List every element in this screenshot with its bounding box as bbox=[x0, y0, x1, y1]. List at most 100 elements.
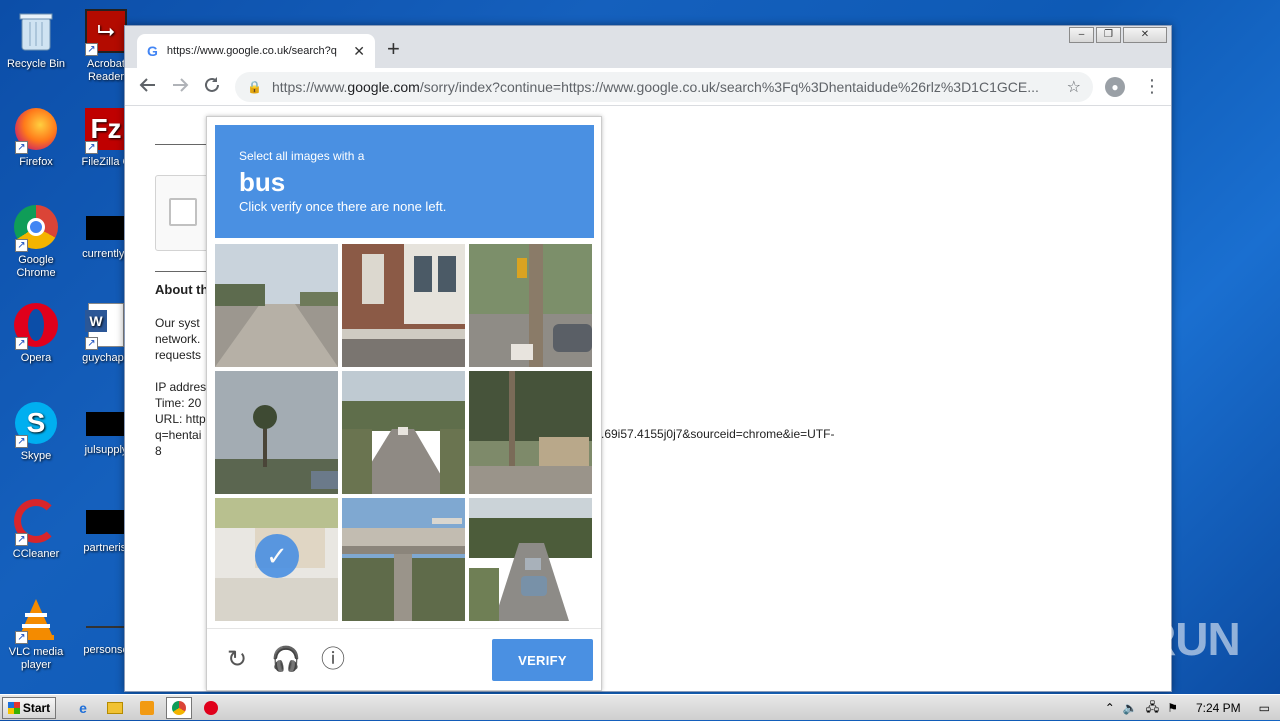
skype-icon: S ↗ bbox=[13, 400, 59, 448]
window-controls: ‒ ❐ ✕ bbox=[1069, 27, 1167, 43]
shortcut-arrow-icon: ↗ bbox=[15, 337, 28, 350]
arrow-right-icon bbox=[173, 78, 189, 92]
shortcut-arrow-icon: ↗ bbox=[15, 533, 28, 546]
image-tile[interactable] bbox=[342, 498, 465, 621]
ccleaner-icon: ↗ bbox=[13, 498, 59, 546]
restore-button[interactable]: ❐ bbox=[1096, 27, 1121, 43]
verify-button[interactable]: VERIFY bbox=[492, 639, 593, 681]
desktop-icon-ccleaner[interactable]: ↗ CCleaner bbox=[0, 498, 72, 561]
minimize-button[interactable]: ‒ bbox=[1069, 27, 1094, 43]
image-tile[interactable] bbox=[469, 498, 592, 621]
lock-icon: 🔒 bbox=[247, 80, 262, 94]
opera-icon: ↗ bbox=[13, 302, 59, 350]
refresh-challenge-icon[interactable]: ↻ bbox=[223, 647, 251, 673]
image-tile[interactable] bbox=[469, 244, 592, 367]
redacted-icon bbox=[86, 626, 126, 628]
taskbar-chrome-icon[interactable] bbox=[166, 696, 192, 719]
request-info: IP addres Time: 20 URL: http q=hentai 8 bbox=[155, 379, 206, 459]
image-tile[interactable] bbox=[342, 371, 465, 494]
forward-button[interactable] bbox=[171, 76, 189, 98]
url-line: 8 bbox=[155, 444, 162, 458]
shortcut-arrow-icon: ↗ bbox=[15, 631, 28, 644]
show-desktop-icon[interactable]: ▭ bbox=[1259, 701, 1270, 715]
taskbar-opera-icon[interactable] bbox=[198, 697, 224, 719]
desktop-icon-firefox[interactable]: ↗ Firefox bbox=[0, 106, 72, 169]
desktop-icon-chrome[interactable]: ↗ Google Chrome bbox=[0, 204, 72, 280]
image-tile[interactable] bbox=[342, 244, 465, 367]
taskbar-ie-icon[interactable]: e bbox=[70, 697, 96, 719]
redacted-icon bbox=[86, 216, 126, 240]
taskbar-media-player-icon[interactable] bbox=[134, 697, 160, 719]
back-button[interactable] bbox=[139, 76, 157, 98]
chrome-icon: ↗ bbox=[13, 204, 59, 252]
image-tile[interactable] bbox=[469, 371, 592, 494]
firefox-icon: ↗ bbox=[13, 106, 59, 154]
shortcut-arrow-icon: ↗ bbox=[85, 43, 98, 56]
arrow-left-icon bbox=[139, 78, 155, 92]
paragraph-line: Our syst bbox=[155, 316, 200, 330]
check-mark-icon: ✓ bbox=[255, 534, 299, 578]
taskbar: Start e ⌃ 🔈 🖧 ⚑ 7:24 PM ▭ bbox=[0, 694, 1280, 720]
tab-close-icon[interactable]: ✕ bbox=[353, 43, 365, 60]
start-label: Start bbox=[22, 700, 51, 715]
network-icon[interactable]: 🖧 bbox=[1146, 698, 1159, 719]
divider bbox=[155, 144, 211, 145]
browser-toolbar: 🔒 https://www.google.com/sorry/index?con… bbox=[125, 68, 1171, 106]
close-window-button[interactable]: ✕ bbox=[1123, 27, 1167, 43]
instruction-subtext: Click verify once there are none left. bbox=[239, 199, 447, 214]
recycle-bin-icon bbox=[13, 8, 59, 54]
image-tile-selected[interactable]: ✓ bbox=[215, 498, 338, 621]
time-line: Time: 20 bbox=[155, 396, 202, 410]
browser-tab[interactable]: G https://www.google.co.uk/search?q ✕ bbox=[137, 34, 375, 68]
title-bar: G https://www.google.co.uk/search?q ✕ + … bbox=[125, 26, 1171, 68]
image-tile[interactable] bbox=[215, 244, 338, 367]
shortcut-arrow-icon: ↗ bbox=[15, 141, 28, 154]
redacted-icon bbox=[86, 412, 126, 436]
explanation-paragraph: Our syst network. requests bbox=[155, 315, 201, 363]
url-line: URL: http bbox=[155, 412, 206, 426]
anyrun-watermark: ANY RUN bbox=[1038, 613, 1241, 665]
tab-title: https://www.google.co.uk/search?q bbox=[166, 45, 337, 57]
taskbar-explorer-icon[interactable] bbox=[102, 697, 128, 719]
tray-expand-icon[interactable]: ⌃ bbox=[1105, 701, 1115, 715]
system-tray: ⌃ 🔈 🖧 ⚑ 7:24 PM ▭ bbox=[1105, 695, 1280, 721]
address-url: https://www.google.com/sorry/index?conti… bbox=[271, 79, 1039, 95]
desktop-icon-opera[interactable]: ↗ Opera bbox=[0, 302, 72, 365]
volume-icon[interactable]: 🔈 bbox=[1123, 701, 1138, 715]
paragraph-line: requests bbox=[155, 348, 202, 362]
audio-challenge-headphones-icon[interactable]: 🎧 bbox=[271, 647, 301, 673]
profile-avatar[interactable]: ● bbox=[1105, 77, 1125, 97]
clock[interactable]: 7:24 PM bbox=[1196, 701, 1241, 715]
windows-logo-icon bbox=[7, 701, 20, 714]
reload-button[interactable] bbox=[203, 76, 221, 98]
action-center-flag-icon[interactable]: ⚑ bbox=[1167, 701, 1178, 715]
bookmark-star-icon[interactable]: ☆ bbox=[1067, 77, 1081, 97]
desktop-icon-skype[interactable]: S ↗ Skype bbox=[0, 400, 72, 463]
about-heading: About th bbox=[155, 282, 209, 297]
url-line: q=hentai bbox=[155, 428, 202, 442]
vlc-icon: ↗ bbox=[13, 596, 59, 644]
desktop-icon-vlc[interactable]: ↗ VLC media player bbox=[0, 596, 72, 672]
browser-menu-icon[interactable]: ⋮ bbox=[1143, 76, 1161, 96]
divider bbox=[155, 271, 211, 272]
ip-address-line: IP addres bbox=[155, 380, 207, 394]
google-favicon-icon: G bbox=[147, 43, 158, 59]
url-line-tail: .69i57.4155j0j7&sourceid=chrome&ie=UTF- bbox=[601, 427, 835, 441]
recaptcha-challenge: Select all images with a bus Click verif… bbox=[206, 116, 602, 691]
shortcut-arrow-icon: ↗ bbox=[85, 141, 98, 154]
challenge-footer: ↻ 🎧 ⓘ VERIFY bbox=[207, 628, 601, 692]
filezilla-icon: Fz ↗ bbox=[83, 106, 129, 154]
shortcut-arrow-icon: ↗ bbox=[15, 435, 28, 448]
address-bar[interactable]: 🔒 https://www.google.com/sorry/index?con… bbox=[235, 72, 1093, 102]
target-word: bus bbox=[239, 167, 286, 197]
start-button[interactable]: Start bbox=[2, 696, 56, 719]
instruction-text: Select all images with a bbox=[239, 149, 365, 163]
desktop-icon-recycle-bin[interactable]: Recycle Bin bbox=[0, 8, 72, 71]
info-icon[interactable]: ⓘ bbox=[319, 647, 347, 673]
not-a-robot-checkbox[interactable] bbox=[169, 198, 197, 226]
paragraph-line: network. bbox=[155, 332, 201, 346]
shortcut-arrow-icon: ↗ bbox=[15, 239, 28, 252]
image-tile[interactable] bbox=[215, 371, 338, 494]
acrobat-icon: ⮡ ↗ bbox=[83, 8, 129, 56]
new-tab-button[interactable]: + bbox=[387, 38, 400, 60]
